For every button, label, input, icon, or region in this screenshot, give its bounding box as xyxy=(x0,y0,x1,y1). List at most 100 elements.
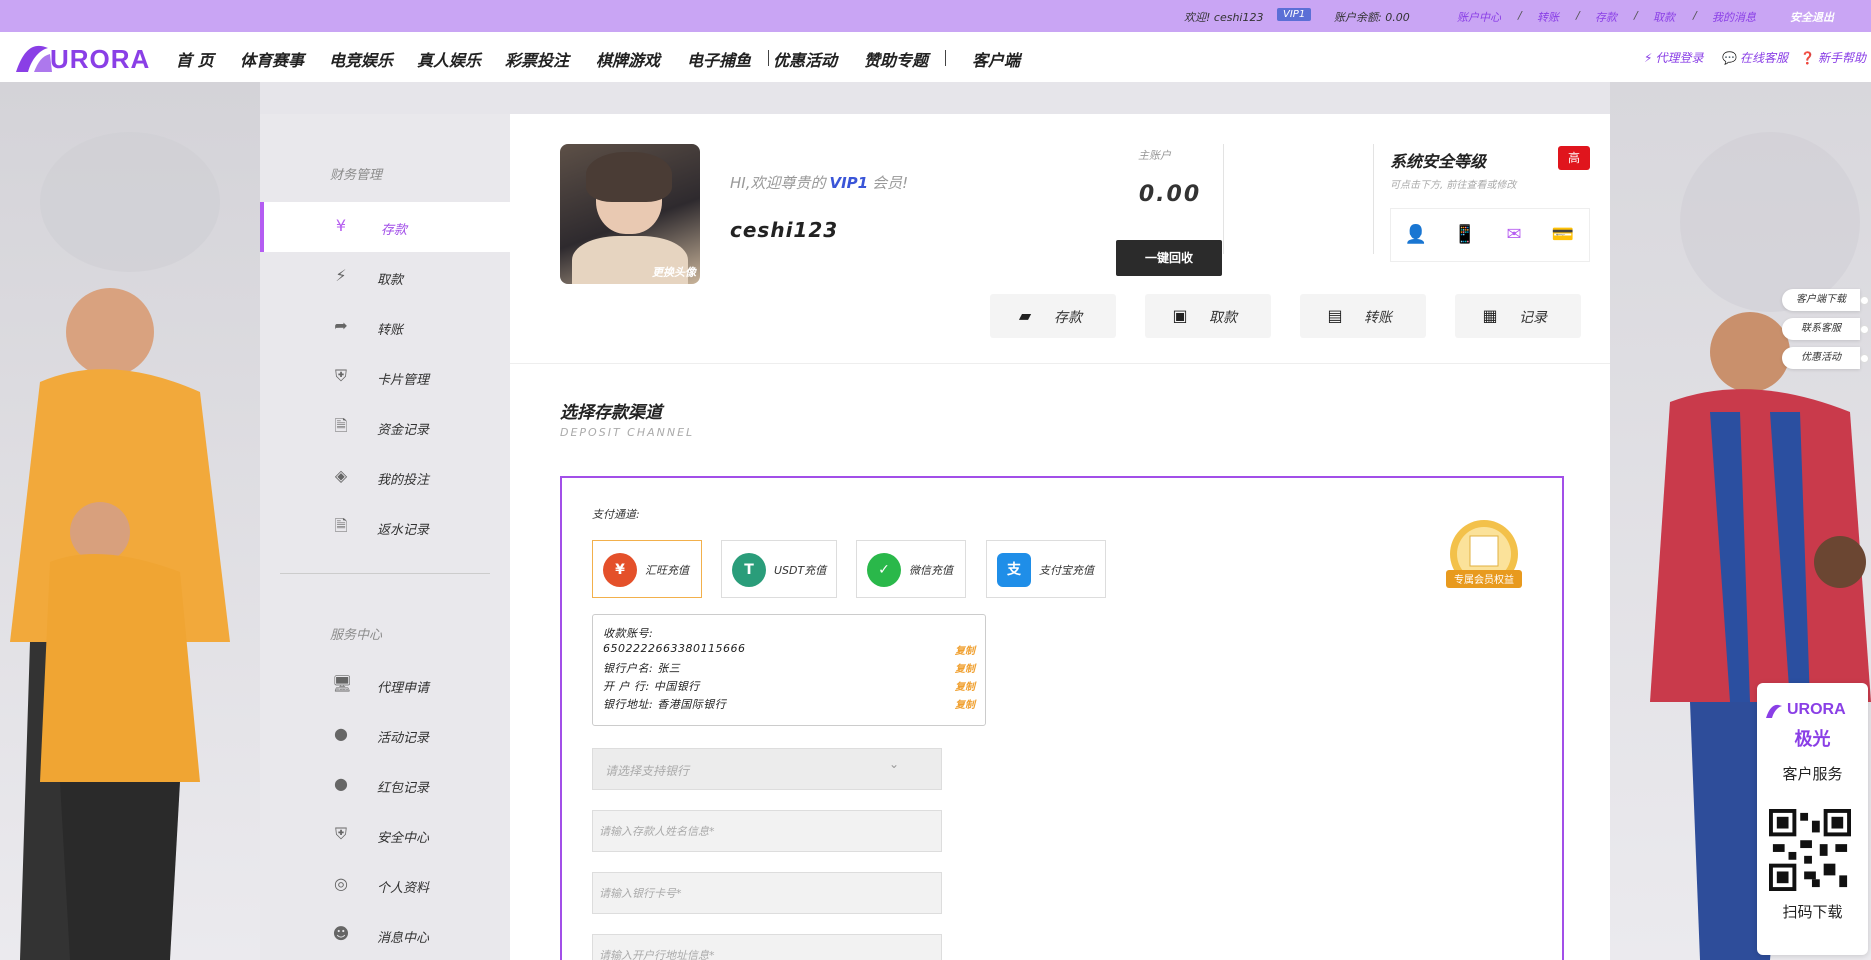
depositor-name-input[interactable] xyxy=(592,810,942,852)
change-avatar-button[interactable]: 更换头像 xyxy=(652,264,696,280)
security-level-title: 系统安全等级 xyxy=(1390,152,1487,171)
card-icon[interactable]: 💳 xyxy=(1550,224,1576,248)
channel-label: 汇旺充值 xyxy=(645,564,689,577)
medal-icon: 专属会员权益 xyxy=(1446,520,1522,588)
mail-icon[interactable]: ✉ xyxy=(1501,224,1527,248)
account-holder: 银行户名: 张三 xyxy=(603,662,681,675)
nav-divider xyxy=(945,50,946,66)
nav-agent-login-label: 代理登录 xyxy=(1655,51,1704,65)
badge-icon: ● xyxy=(334,774,348,793)
sidebar-item-fund-records[interactable]: 🗎 资金记录 xyxy=(260,402,510,452)
divider xyxy=(1373,144,1374,254)
qr-logo-text: URORA xyxy=(1787,701,1846,718)
nav-fishing[interactable]: 电子捕鱼 xyxy=(687,47,751,71)
logo[interactable]: URORA xyxy=(14,42,164,74)
action-transfer-button[interactable]: ▤ 转账 xyxy=(1300,294,1426,338)
logout-link[interactable]: 安全退出 xyxy=(1790,9,1834,25)
nav-client[interactable]: 客户端 xyxy=(972,47,1020,71)
avatar[interactable]: 更换头像 xyxy=(560,144,700,284)
sidebar-item-transfer[interactable]: ➦ 转账 xyxy=(260,302,510,352)
security-subtitle: 可点击下方, 前往查看或修改 xyxy=(1390,180,1517,191)
action-label: 存款 xyxy=(1054,310,1082,326)
copy-holder-button[interactable]: 复制 xyxy=(955,660,975,675)
top-link-messages[interactable]: 我的消息 xyxy=(1712,9,1756,25)
recover-all-button[interactable]: 一键回收 xyxy=(1116,240,1222,276)
float-tab-client-download[interactable]: 客户端下载 xyxy=(1782,289,1869,311)
nav-home[interactable]: 首 页 xyxy=(176,47,214,71)
transfer-wallet-icon: ▤ xyxy=(1327,306,1343,325)
greeting-suffix: 会员! xyxy=(872,174,909,192)
payment-channel-label: 支付通道: xyxy=(592,508,640,521)
nav-help-label: 新手帮助 xyxy=(1817,51,1866,65)
sidebar-divider xyxy=(280,573,490,574)
top-link-transfer[interactable]: 转账 xyxy=(1537,9,1559,25)
bank-info-box: 收款账号: 6502222663380115666 复制 银行户名: 张三 复制… xyxy=(592,614,986,726)
channel-huiwang[interactable]: ¥ 汇旺充值 xyxy=(592,540,702,598)
document-icon: 🗎 xyxy=(334,516,348,535)
sidebar-item-messages[interactable]: ☻ 消息中心 xyxy=(260,910,510,960)
sidebar-item-withdraw[interactable]: ⚡ 取款 xyxy=(260,252,510,302)
nav-help[interactable]: ❓ 新手帮助 xyxy=(1800,49,1866,66)
sidebar-item-label: 卡片管理 xyxy=(377,373,430,388)
wechat-icon: ✓ xyxy=(867,553,901,587)
qr-code-icon xyxy=(1769,809,1851,891)
qr-title: 客户服务 xyxy=(1782,765,1843,783)
bank-address-input[interactable] xyxy=(592,934,942,960)
channel-usdt[interactable]: T USDT充值 xyxy=(721,540,837,598)
float-tab-promotions[interactable]: 优惠活动 xyxy=(1782,347,1869,369)
channel-wechat[interactable]: ✓ 微信充值 xyxy=(856,540,966,598)
copy-address-button[interactable]: 复制 xyxy=(955,696,975,711)
action-deposit-button[interactable]: ▰ 存款 xyxy=(990,294,1116,338)
sidebar-item-label: 我的投注 xyxy=(377,473,430,488)
chat-icon: 💬 xyxy=(1722,51,1737,65)
float-tab-contact-service[interactable]: 联系客服 xyxy=(1782,318,1869,340)
sidebar-item-deposit[interactable]: ¥ 存款 xyxy=(260,202,510,252)
action-label: 记录 xyxy=(1519,310,1547,326)
action-withdraw-button[interactable]: ▣ 取款 xyxy=(1145,294,1271,338)
nav-promotions[interactable]: 优惠活动 xyxy=(773,47,837,71)
sidebar-item-label: 取款 xyxy=(377,273,404,288)
wallet-icon: ▰ xyxy=(1018,306,1032,325)
background-left xyxy=(0,82,260,960)
card-number-input[interactable] xyxy=(592,872,942,914)
balance-text: 账户余额: 0.00 xyxy=(1334,11,1410,24)
sidebar-item-activity-records[interactable]: ● 活动记录 xyxy=(260,710,510,760)
copy-bank-button[interactable]: 复制 xyxy=(955,678,975,693)
nav-sponsorship[interactable]: 赞助专题 xyxy=(864,47,928,71)
bank-select-placeholder: 请选择支持银行 xyxy=(605,764,690,778)
nav-agent-login[interactable]: ⚡ 代理登录 xyxy=(1644,49,1703,66)
qr-download-card[interactable]: URORA 极光 客户服务 扫码下载 xyxy=(1757,683,1868,955)
nav-cards[interactable]: 棋牌游戏 xyxy=(596,47,660,71)
top-link-deposit[interactable]: 存款 xyxy=(1595,9,1617,25)
sidebar-item-profile[interactable]: ◎ 个人资料 xyxy=(260,860,510,910)
sidebar-item-agent-apply[interactable]: 🖥 代理申请 xyxy=(260,660,510,710)
nav-live[interactable]: 真人娱乐 xyxy=(417,47,481,71)
top-bar: 欢迎! ceshi123 VIP1 账户余额: 0.00 账户中心 / 转账 /… xyxy=(0,0,1871,32)
nav-online-service[interactable]: 💬 在线客服 xyxy=(1722,49,1788,66)
sidebar-item-my-bets[interactable]: ◈ 我的投注 xyxy=(260,452,510,502)
sidebar-item-security-center[interactable]: ⛨ 安全中心 xyxy=(260,810,510,860)
top-link-account[interactable]: 账户中心 xyxy=(1457,9,1501,25)
bank-select[interactable]: 请选择支持银行 ⌄ xyxy=(592,748,942,790)
channel-alipay[interactable]: 支 支付宝充值 xyxy=(986,540,1106,598)
sidebar-item-redpacket-records[interactable]: ● 红包记录 xyxy=(260,760,510,810)
sidebar-item-cards[interactable]: ⛨ 卡片管理 xyxy=(260,352,510,402)
top-link-withdraw[interactable]: 取款 xyxy=(1653,9,1675,25)
help-icon: ❓ xyxy=(1800,51,1815,65)
nav-sports[interactable]: 体育赛事 xyxy=(240,47,304,71)
vip-benefits-medal[interactable]: 专属会员权益 xyxy=(1434,516,1534,596)
sidebar-item-rebate-records[interactable]: 🗎 返水记录 xyxy=(260,502,510,552)
user-verify-icon[interactable]: 👤 xyxy=(1403,224,1429,248)
username: ceshi123 xyxy=(730,218,839,242)
nav-esports[interactable]: 电竞娱乐 xyxy=(329,47,393,71)
sidebar: 财务管理 ¥ 存款 ⚡ 取款 ➦ 转账 ⛨ 卡片管理 🗎 资金记录 ◈ 我的投注… xyxy=(260,114,510,960)
action-records-button[interactable]: ▦ 记录 xyxy=(1455,294,1581,338)
sidebar-item-label: 个人资料 xyxy=(377,881,430,896)
nav-lottery[interactable]: 彩票投注 xyxy=(505,47,569,71)
copy-account-button[interactable]: 复制 xyxy=(955,642,975,657)
phone-icon[interactable]: 📱 xyxy=(1452,224,1478,248)
aurora-logo-icon xyxy=(16,45,52,72)
withdraw-icon: ▣ xyxy=(1172,306,1188,325)
main-nav: URORA 首 页 体育赛事 电竞娱乐 真人娱乐 彩票投注 棋牌游戏 电子捕鱼 … xyxy=(0,32,1871,82)
welcome-text: 欢迎! ceshi123 xyxy=(1184,11,1264,24)
